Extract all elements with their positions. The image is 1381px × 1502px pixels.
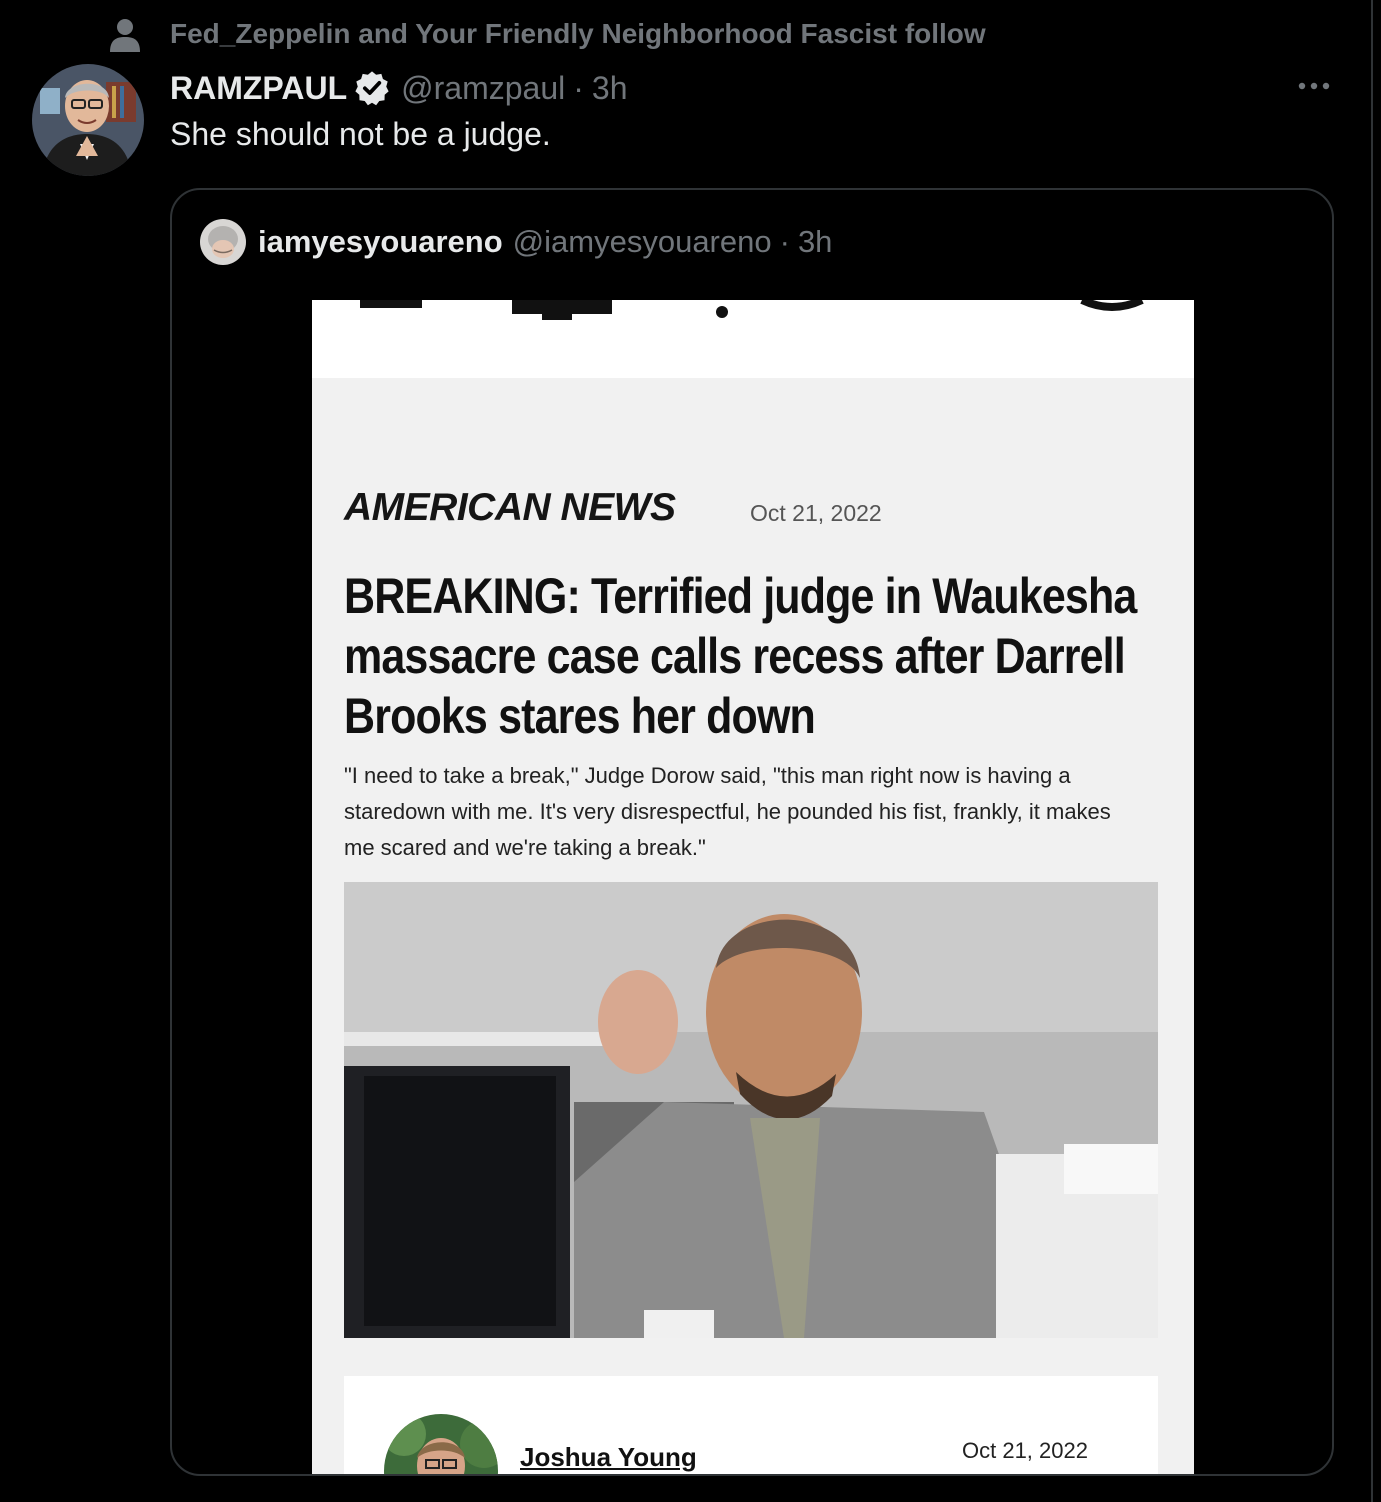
masthead-logo-fragment	[360, 300, 1144, 320]
article-headline: BREAKING: Terrified judge in Waukesha ma…	[344, 568, 1137, 744]
article-author-avatar	[384, 1414, 498, 1474]
article-section: AMERICAN NEWS	[344, 486, 676, 529]
social-context	[108, 14, 142, 58]
quoted-avatar-image	[200, 219, 246, 265]
timestamp[interactable]: 3h	[592, 70, 628, 107]
quoted-tweet[interactable]: iamyesyouareno @iamyesyouareno · 3h AMER…	[170, 188, 1334, 1476]
article-screenshot[interactable]: AMERICAN NEWS Oct 21, 2022 BREAKING: Ter…	[312, 300, 1194, 1474]
article-author-link: Joshua Young	[520, 1442, 697, 1472]
tweet-header: RAMZPAUL @ramzpaul · 3h	[170, 64, 628, 112]
article-standfirst: "I need to take a break," Judge Dorow sa…	[344, 763, 1111, 860]
article-author-image	[384, 1414, 498, 1474]
display-name[interactable]: RAMZPAUL	[170, 70, 347, 107]
handle[interactable]: @ramzpaul	[401, 70, 565, 107]
article-date: Oct 21, 2022	[750, 500, 882, 526]
person-icon	[110, 19, 140, 52]
quoted-author-avatar[interactable]	[200, 219, 246, 265]
quoted-separator-dot: ·	[779, 224, 790, 259]
verified-badge-icon	[355, 71, 389, 106]
timeline-border	[1371, 0, 1373, 1502]
tweet-text: She should not be a judge.	[170, 116, 551, 152]
courtroom-photo-image	[344, 882, 1158, 1338]
quoted-display-name[interactable]: iamyesyouareno	[258, 224, 503, 260]
quoted-handle[interactable]: @iamyesyouareno	[513, 224, 772, 260]
author-avatar[interactable]	[32, 64, 144, 176]
more-options-icon[interactable]	[1294, 72, 1334, 100]
article-masthead	[312, 300, 1194, 378]
separator-dot: ·	[573, 69, 584, 106]
avatar-image	[32, 64, 144, 176]
quoted-tweet-header: iamyesyouareno @iamyesyouareno · 3h	[200, 218, 832, 266]
article-byline: Joshua Young Oct 21, 2022	[344, 1376, 1158, 1474]
social-context-text[interactable]: Fed_Zeppelin and Your Friendly Neighborh…	[170, 18, 986, 50]
article-byline-date: Oct 21, 2022	[962, 1438, 1088, 1463]
article-photo	[344, 882, 1158, 1338]
quoted-timestamp[interactable]: 3h	[798, 224, 832, 260]
